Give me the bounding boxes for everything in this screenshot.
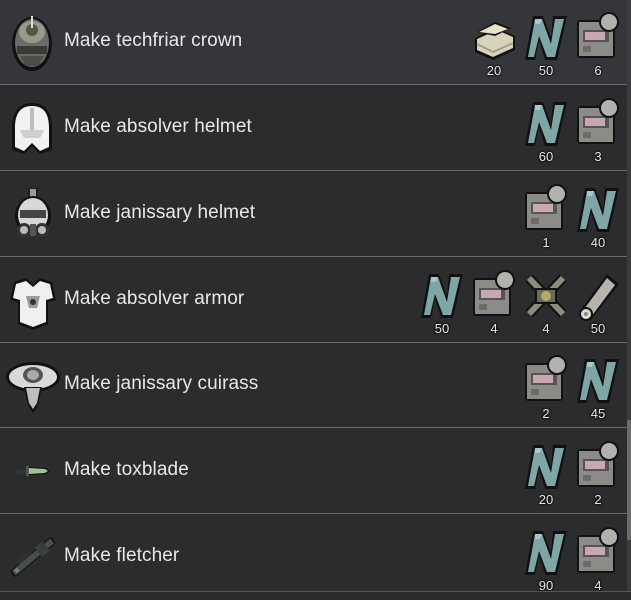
ingredient[interactable]: 2: [521, 353, 571, 423]
fletcher-icon: [4, 523, 62, 591]
bill-row[interactable]: Make janissary helmet 40 1: [0, 172, 627, 257]
ingredient[interactable]: 20: [469, 10, 519, 80]
bill-label: Make janissary helmet: [64, 202, 256, 223]
ingredient[interactable]: 20: [521, 439, 571, 509]
ingredient-count: 2: [594, 492, 602, 507]
ingredient-count: 50: [434, 321, 450, 336]
ingredient[interactable]: 90: [521, 525, 571, 595]
absolver-helmet-icon: [4, 94, 62, 162]
toxblade-icon: [4, 437, 62, 505]
ingredient[interactable]: 50: [417, 268, 467, 338]
ingredient-list: 3 60: [521, 96, 623, 166]
scrollbar[interactable]: [627, 0, 631, 600]
bill-row[interactable]: Make techfriar crown 6 50 20: [0, 0, 627, 85]
bill-list: Make techfriar crown 6 50 20 Make absolv…: [0, 0, 627, 600]
bill-row[interactable]: Make absolver armor 50 4 4 50: [0, 258, 627, 343]
ingredient[interactable]: 60: [521, 96, 571, 166]
techfriar-crown-icon: [4, 8, 62, 76]
ingredient[interactable]: 4: [573, 525, 623, 595]
bill-row[interactable]: Make janissary cuirass 45 2: [0, 343, 627, 428]
bill-label: Make toxblade: [64, 459, 189, 480]
ingredient[interactable]: 2: [573, 439, 623, 509]
ingredient-list: 45 2: [521, 353, 623, 423]
bill-row[interactable]: Make toxblade 2 20: [0, 429, 627, 514]
ingredient-count: 50: [538, 63, 554, 78]
ingredient-list: 50 4 4 50: [417, 268, 623, 338]
ingredient-count: 45: [590, 406, 606, 421]
absolver-armor-icon: [4, 266, 62, 334]
janissary-cuirass-icon: [4, 351, 62, 419]
ingredient-count: 4: [542, 321, 550, 336]
ingredient-list: 4 90: [521, 525, 623, 595]
bill-row[interactable]: Make fletcher 4 90: [0, 515, 627, 600]
ingredient-count: 20: [486, 63, 502, 78]
ingredient-count: 2: [542, 406, 550, 421]
list-bottom-edge: [0, 591, 631, 600]
ingredient[interactable]: 4: [469, 268, 519, 338]
ingredient[interactable]: 4: [521, 268, 571, 338]
bill-label: Make janissary cuirass: [64, 373, 259, 394]
ingredient-list: 6 50 20: [469, 10, 623, 80]
ingredient-count: 6: [594, 63, 602, 78]
janissary-helmet-icon: [4, 180, 62, 248]
ingredient-count: 3: [594, 149, 602, 164]
ingredient-count: 4: [490, 321, 498, 336]
bill-label: Make techfriar crown: [64, 30, 243, 51]
ingredient-count: 50: [590, 321, 606, 336]
bill-label: Make absolver helmet: [64, 116, 252, 137]
scrollbar-thumb[interactable]: [627, 420, 631, 540]
bill-label: Make fletcher: [64, 545, 180, 566]
ingredient-list: 40 1: [521, 182, 623, 252]
ingredient-count: 40: [590, 235, 606, 250]
ingredient-list: 2 20: [521, 439, 623, 509]
ingredient[interactable]: 6: [573, 10, 623, 80]
ingredient[interactable]: 40: [573, 182, 623, 252]
ingredient-count: 60: [538, 149, 554, 164]
ingredient[interactable]: 50: [521, 10, 571, 80]
ingredient[interactable]: 50: [573, 268, 623, 338]
ingredient[interactable]: 1: [521, 182, 571, 252]
bill-row[interactable]: Make absolver helmet 3 60: [0, 86, 627, 171]
ingredient[interactable]: 3: [573, 96, 623, 166]
ingredient-count: 1: [542, 235, 550, 250]
ingredient-count: 20: [538, 492, 554, 507]
bill-label: Make absolver armor: [64, 288, 245, 309]
ingredient[interactable]: 45: [573, 353, 623, 423]
